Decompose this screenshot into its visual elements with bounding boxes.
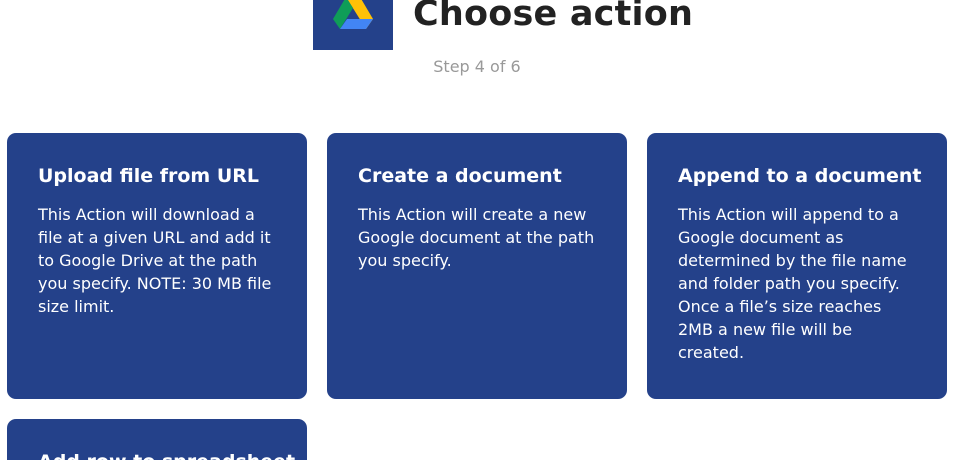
action-title: Append to a document (678, 165, 922, 187)
step-indicator: Step 4 of 6 (433, 57, 521, 76)
google-drive-icon (333, 0, 373, 29)
action-description: This Action will append to a Google docu… (678, 205, 907, 362)
action-title: Add row to spreadsheet (38, 449, 295, 460)
action-title: Upload file from URL (38, 165, 259, 187)
action-card-add-row-to-spreadsheet[interactable]: Add row to spreadsheet (7, 419, 307, 460)
page-title: Choose action (413, 0, 694, 34)
action-title: Create a document (358, 165, 562, 187)
action-card-append-to-a-document[interactable]: Append to a document This Action will ap… (647, 133, 947, 399)
action-description: This Action will download a file at a gi… (38, 205, 272, 316)
service-logo (313, 0, 393, 50)
action-description: This Action will create a new Google doc… (358, 205, 595, 270)
choose-action-page: Choose action Step 4 of 6 Upload file fr… (0, 0, 954, 460)
action-card-create-a-document[interactable]: Create a document This Action will creat… (327, 133, 627, 399)
action-card-upload-file-from-url[interactable]: Upload file from URL This Action will do… (7, 133, 307, 399)
